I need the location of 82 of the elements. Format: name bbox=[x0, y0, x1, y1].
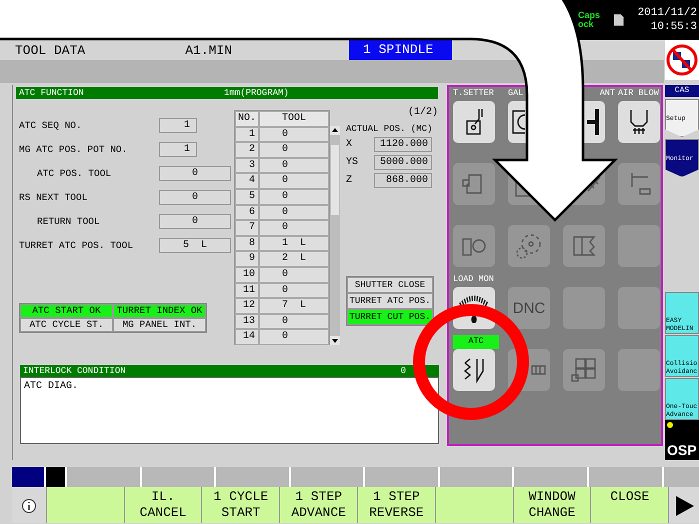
table-cell: 0 bbox=[259, 220, 329, 236]
function-key[interactable]: 1 STEP REVERSE bbox=[358, 487, 435, 523]
caps-lock-indicator: Caps ock bbox=[578, 11, 600, 29]
page-indicator: (1/2) bbox=[408, 107, 438, 118]
position-indicator: SHUTTER CLOSE bbox=[347, 277, 433, 293]
table-cell: 1 bbox=[235, 126, 259, 142]
table-cell: 7 bbox=[235, 220, 259, 236]
column-header: NO. bbox=[235, 111, 259, 127]
date-text: 2011/11/2 bbox=[638, 6, 697, 20]
spindle-label: 1 SPINDLE bbox=[349, 40, 452, 60]
table-cell: 2 bbox=[235, 142, 259, 158]
position-field: 868.000 bbox=[374, 173, 432, 188]
table-cell: 11 bbox=[235, 282, 259, 298]
position-field: 1120.000 bbox=[374, 137, 432, 152]
table-cell: 0 bbox=[259, 329, 329, 345]
table-cell: 4 bbox=[235, 173, 259, 189]
table-cell: 0 bbox=[259, 126, 329, 142]
table-cell: 0 bbox=[259, 204, 329, 220]
table-cell: 9 bbox=[235, 251, 259, 267]
table-cell: 10 bbox=[235, 266, 259, 283]
signal-indicator: MG PANEL INT. bbox=[113, 318, 206, 332]
sidebar-header: CAS bbox=[665, 85, 699, 97]
section-title: ATC FUNCTION bbox=[19, 88, 85, 98]
table-cell: 6 bbox=[235, 204, 259, 220]
table-cell: 2 L bbox=[259, 251, 329, 267]
mode-text: A1.MIN bbox=[185, 42, 232, 60]
time-text: 10:55:3 bbox=[650, 20, 697, 34]
function-key[interactable]: WINDOW CHANGE bbox=[514, 487, 590, 523]
table-cell: 13 bbox=[235, 314, 259, 330]
count-text: 0 bbox=[400, 366, 406, 376]
table-cell: 0 bbox=[259, 282, 329, 298]
table-cell: 12 bbox=[235, 298, 259, 314]
unit-text: 1mm(PROGRAM) bbox=[224, 88, 289, 98]
value-field: 5 L bbox=[159, 238, 231, 252]
table-cell: 14 bbox=[235, 329, 259, 345]
signal-indicator: ATC START OK bbox=[20, 304, 113, 318]
function-key[interactable]: IL. CANCEL bbox=[124, 487, 202, 523]
table-cell: 0 bbox=[259, 188, 329, 205]
table-cell: 0 bbox=[259, 158, 329, 174]
field-label: ATC POS. TOOL bbox=[37, 168, 112, 178]
value-field: 1 bbox=[159, 118, 197, 132]
column-header: TOOL bbox=[259, 111, 329, 127]
text-area: ATC DIAG. bbox=[20, 377, 439, 444]
axis-label: YS bbox=[346, 157, 360, 168]
table-cell: 5 bbox=[235, 188, 259, 205]
axis-label: Z bbox=[346, 175, 354, 186]
table-cell: 7 L bbox=[259, 298, 329, 314]
value-field: 0 bbox=[159, 166, 231, 180]
tile-label: ANT bbox=[600, 87, 615, 100]
signal-indicator: ATC CYCLE ST. bbox=[20, 318, 113, 332]
function-key[interactable]: 1 CYCLE START bbox=[202, 487, 280, 523]
table-cell: 0 bbox=[259, 266, 329, 283]
position-title: ACTUAL POS. (MC) bbox=[346, 124, 434, 134]
table-cell: 3 bbox=[235, 158, 259, 174]
value-field: 1 bbox=[159, 142, 197, 156]
section-title: INTERLOCK CONDITION bbox=[23, 366, 126, 376]
position-indicator: TURRET CUT POS. bbox=[347, 309, 433, 325]
value-field: 0 bbox=[159, 190, 231, 204]
table-cell: 1 L bbox=[259, 236, 329, 252]
position-field: 5000.000 bbox=[374, 155, 432, 170]
table-cell: 0 bbox=[259, 173, 329, 189]
field-label: RS NEXT TOOL bbox=[19, 192, 88, 202]
axis-label: X bbox=[346, 139, 354, 150]
tile-label: AIR BLOW bbox=[618, 87, 659, 100]
table-cell: 0 bbox=[259, 314, 329, 330]
function-key[interactable]: 1 STEP ADVANCE bbox=[280, 487, 358, 523]
tile-label: LOAD MON bbox=[453, 273, 494, 286]
field-label: MG ATC POS. POT NO. bbox=[19, 144, 128, 154]
tile-label: T.SETTER bbox=[453, 87, 494, 100]
logo: OSP bbox=[667, 442, 697, 458]
table-cell: 0 bbox=[259, 142, 329, 158]
tile-label: ATC bbox=[453, 335, 499, 349]
signal-indicator: TURRET INDEX OK bbox=[113, 304, 206, 318]
table-cell: 8 bbox=[235, 236, 259, 252]
value-field: 0 bbox=[159, 214, 231, 228]
tile-label: GAL bbox=[508, 87, 524, 100]
field-label: TURRET ATC POS. TOOL bbox=[19, 240, 134, 250]
position-indicator: TURRET ATC POS. bbox=[347, 293, 433, 309]
field-label: ATC SEQ NO. bbox=[19, 120, 83, 130]
screen-title: TOOL DATA bbox=[15, 42, 86, 60]
function-key[interactable]: CLOSE bbox=[591, 487, 668, 523]
field-label: RETURN TOOL bbox=[37, 216, 101, 226]
